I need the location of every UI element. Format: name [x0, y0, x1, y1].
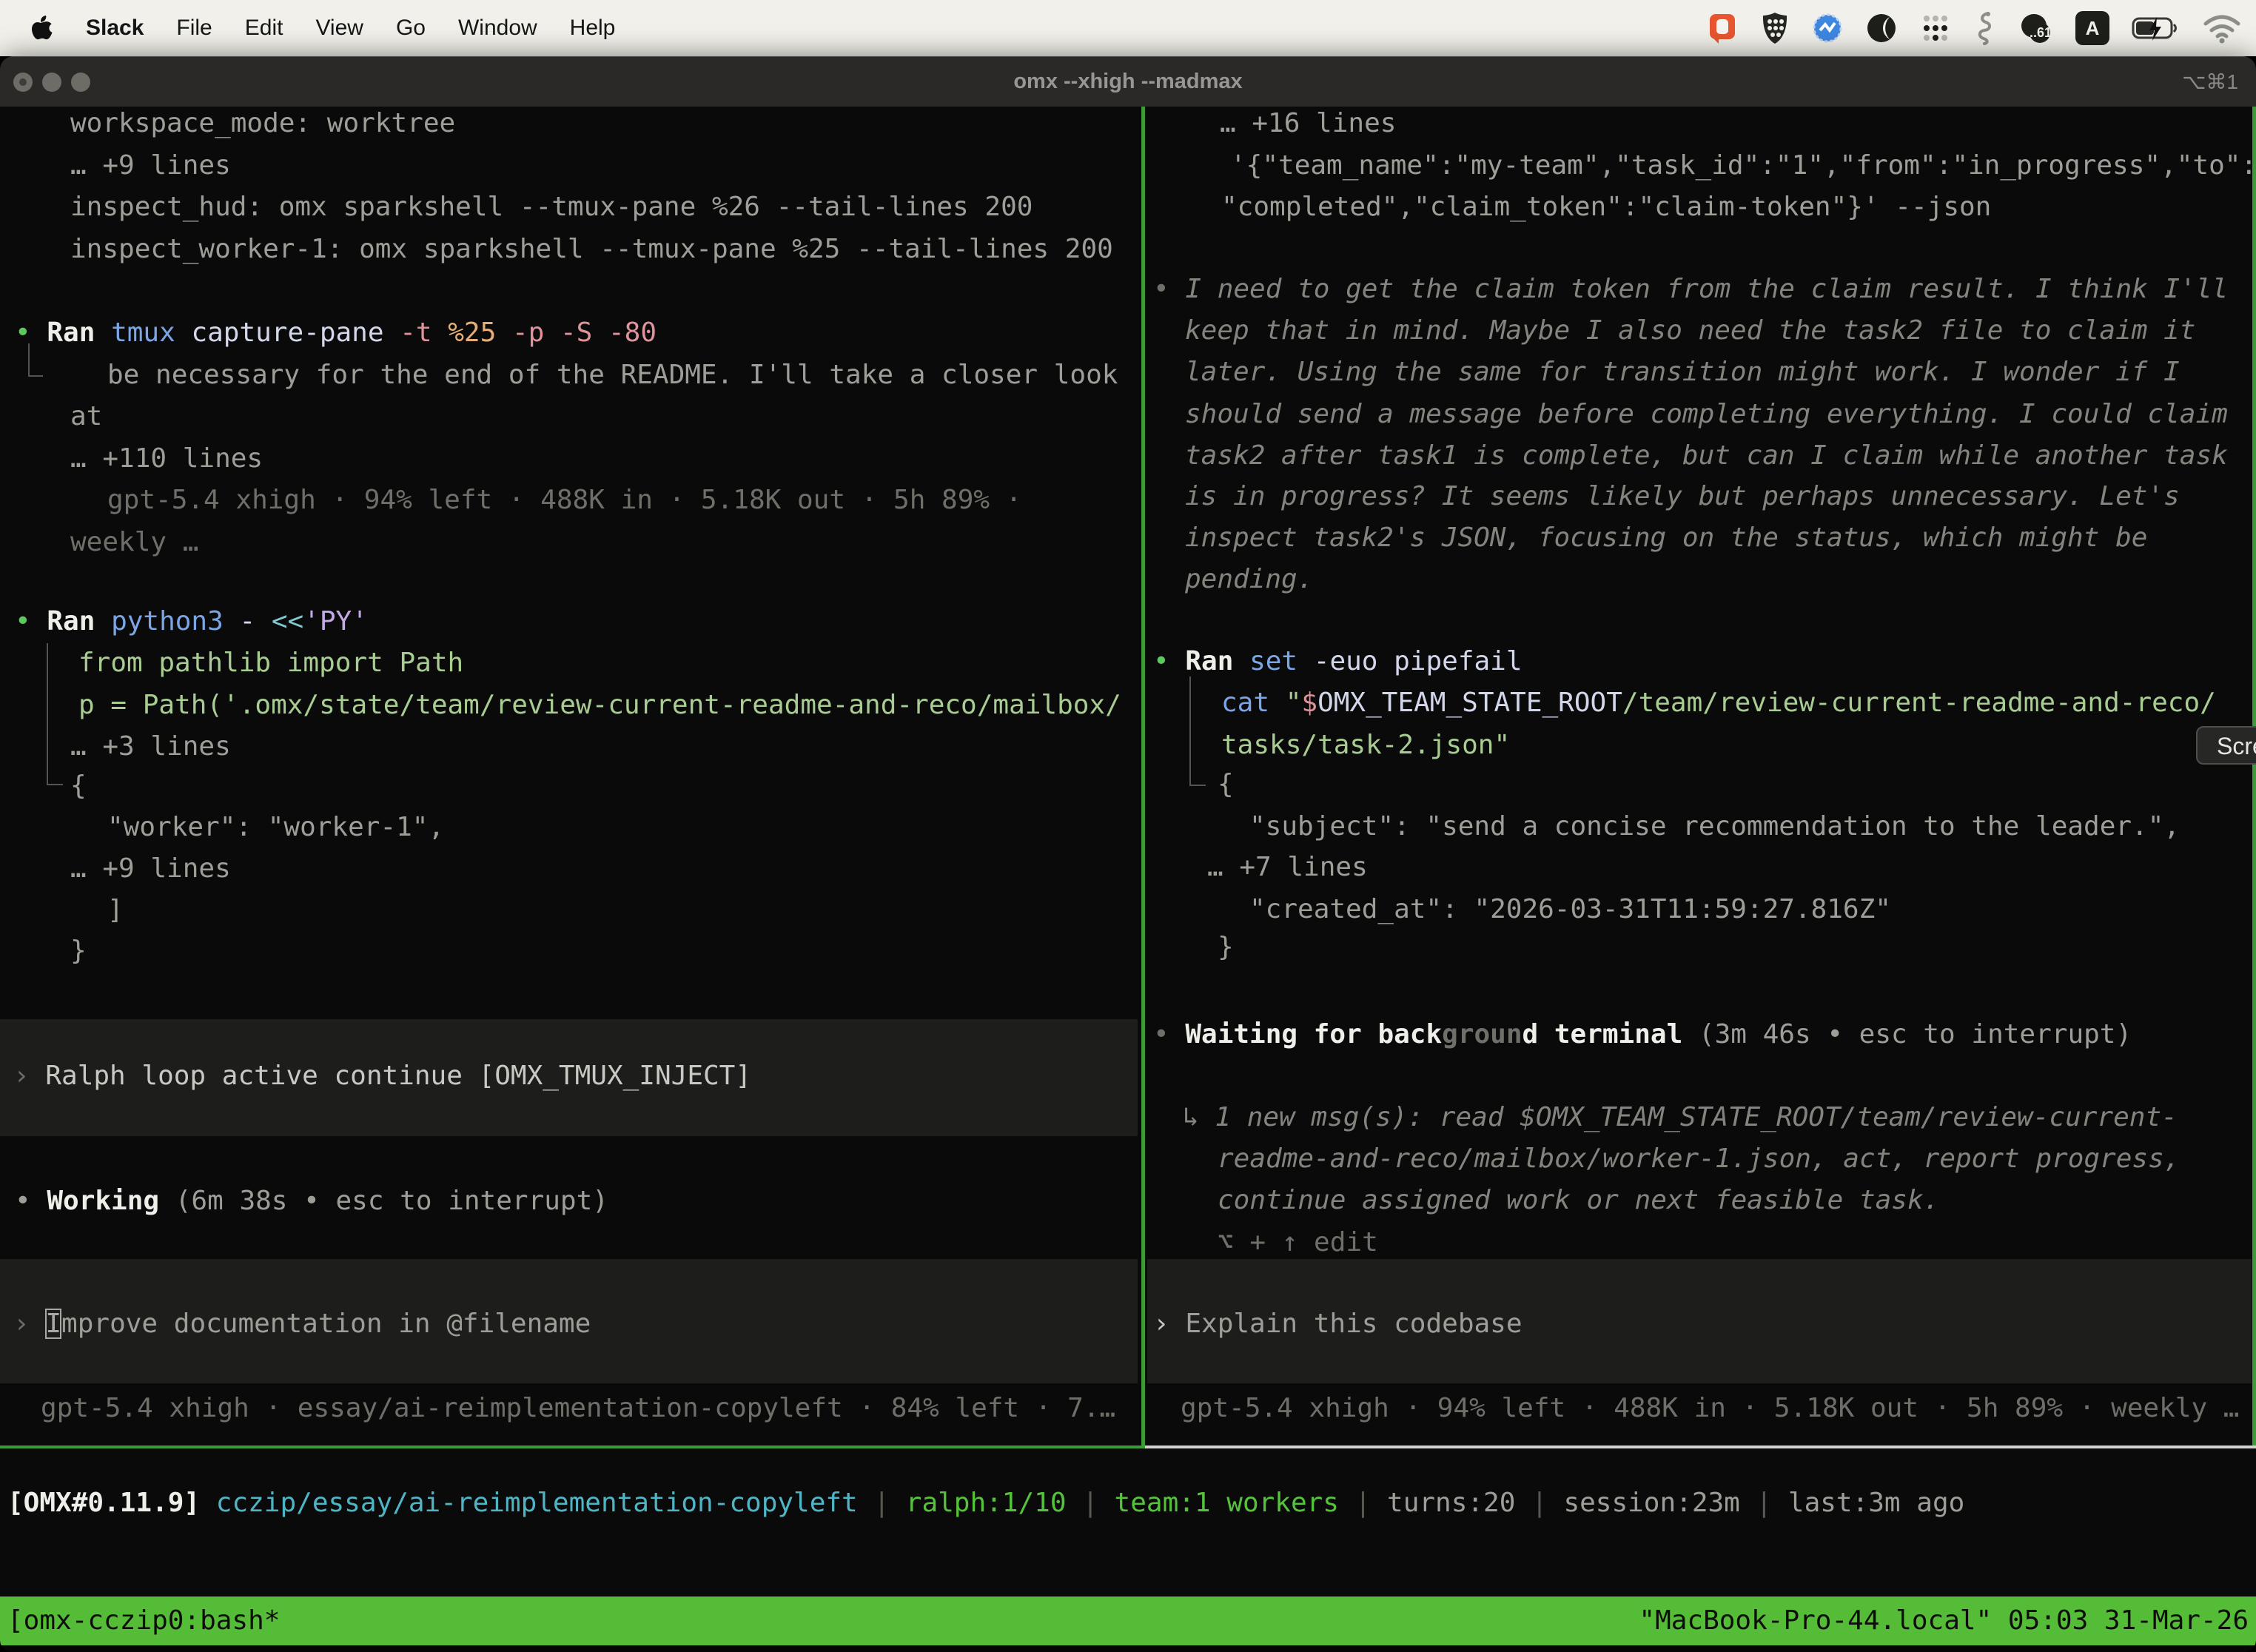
- pane-divider[interactable]: [1141, 107, 1145, 1448]
- right-json-close: }: [1218, 927, 1234, 968]
- menu-item-help[interactable]: Help: [570, 16, 616, 41]
- input-source-icon[interactable]: A: [2075, 11, 2109, 45]
- window-title-bar[interactable]: omx --xhigh --madmax ⌥⌘1: [0, 56, 2256, 107]
- left-output-readme: be necessary for the end of the README. …: [107, 355, 1118, 396]
- menu-item-file[interactable]: File: [176, 16, 212, 41]
- right-edit-hint: ⌥ + ↑ edit: [1218, 1222, 1378, 1263]
- left-json-more-9: … +9 lines: [70, 848, 231, 890]
- left-pane-bottom-border: [0, 1446, 1145, 1448]
- right-json-payload-2: "completed","claim_token":"claim-token"}…: [1221, 187, 1991, 228]
- squiggle-icon[interactable]: [1973, 10, 1995, 46]
- ralph-loop-status: › Ralph loop active continue [OMX_TMUX_I…: [13, 1055, 751, 1097]
- left-line-inspect-worker: inspect_worker-1: omx sparkshell --tmux-…: [70, 229, 1113, 270]
- calendar-badge-icon[interactable]: ..61: [2018, 11, 2053, 45]
- left-ran-python-command: • Ran python3 - <<'PY': [15, 601, 368, 642]
- screen-overlay-badge: Scre: [2196, 726, 2256, 765]
- left-json-close: }: [70, 930, 87, 972]
- input-source-label: A: [2086, 17, 2100, 40]
- left-ran-tmux-command: • Ran tmux capture-pane -t %25 -p -S -80: [15, 312, 657, 354]
- right-msg-3: continue assigned work or next feasible …: [1218, 1180, 1939, 1221]
- right-thinking-6: is in progress? It seems likely but perh…: [1185, 476, 2180, 517]
- left-prompt-placeholder: › Improve documentation in @filename: [13, 1303, 591, 1345]
- wifi-icon[interactable]: [2203, 12, 2241, 44]
- terminal-window: omx --xhigh --madmax ⌥⌘1 Scre workspace_…: [0, 56, 2256, 1652]
- screen-record-status-icon[interactable]: [1707, 11, 1738, 45]
- left-python-block-bracket: [47, 643, 63, 785]
- network-speed-icon[interactable]: [1812, 11, 1843, 45]
- window-footer: [0, 1645, 2256, 1652]
- window-title: omx --xhigh --madmax: [0, 70, 2256, 94]
- right-msg-2: readme-and-reco/mailbox/worker-1.json, a…: [1218, 1138, 2180, 1180]
- right-json-payload-1: '{"team_name":"my-team","task_id":"1","f…: [1230, 145, 2256, 187]
- right-thinking-8: pending.: [1185, 559, 1313, 600]
- right-json-more-7: … +7 lines: [1207, 847, 1368, 888]
- menu-item-window[interactable]: Window: [458, 16, 537, 41]
- menu-item-view[interactable]: View: [315, 16, 363, 41]
- left-line-inspect-hud: inspect_hud: omx sparkshell --tmux-pane …: [70, 187, 1033, 228]
- right-pane-border: [2252, 107, 2256, 1448]
- right-thinking-2: keep that in mind. Maybe I also need the…: [1185, 310, 2195, 352]
- dots-grid-icon[interactable]: [1920, 11, 1951, 45]
- left-usage-line: gpt-5.4 xhigh · 94% left · 488K in · 5.1…: [107, 480, 1021, 521]
- macos-menu-bar: Slack File Edit View Go Window Help: [0, 0, 2256, 56]
- calendar-badge-label: ..61: [2030, 25, 2052, 41]
- left-working-status: • Working (6m 38s • esc to interrupt): [15, 1181, 608, 1222]
- right-thinking-5: task2 after task1 is complete, but can I…: [1185, 435, 2228, 477]
- left-python-code-2: p = Path('.omx/state/team/review-current…: [78, 685, 1121, 726]
- menu-app-name[interactable]: Slack: [86, 16, 144, 41]
- right-waiting-status: • Waiting for background terminal (3m 46…: [1153, 1014, 2132, 1055]
- right-line-more-16: … +16 lines: [1220, 107, 1396, 144]
- right-cat-command: cat "$OMX_TEAM_STATE_ROOT/team/review-cu…: [1221, 682, 2216, 724]
- right-prompt-placeholder: › Explain this codebase: [1153, 1303, 1523, 1345]
- right-json-created-at: "created_at": "2026-03-31T11:59:27.816Z": [1249, 889, 1891, 930]
- right-json-subject: "subject": "send a concise recommendatio…: [1249, 806, 2180, 847]
- left-python-code-1: from pathlib import Path: [78, 642, 463, 684]
- omx-status-line: [OMX#0.11.9] cczip/essay/ai-reimplementa…: [7, 1483, 1964, 1524]
- left-line-more-110: … +110 lines: [70, 438, 263, 480]
- screen-overlay-label: Scre: [2217, 733, 2256, 759]
- left-line-more-3: … +3 lines: [70, 726, 231, 768]
- right-thinking-7: inspect task2's JSON, focusing on the st…: [1185, 517, 2147, 559]
- left-line-more-9: … +9 lines: [70, 145, 231, 187]
- left-json-open: {: [70, 765, 87, 807]
- left-footer-usage: gpt-5.4 xhigh · essay/ai-reimplementatio…: [41, 1388, 1115, 1429]
- right-ran-set-command: • Ran set -euo pipefail: [1153, 641, 1523, 682]
- left-output-readme-2: at: [70, 396, 102, 437]
- battery-icon[interactable]: [2132, 11, 2181, 45]
- left-json-array-close: ]: [107, 890, 124, 931]
- left-json-worker: "worker": "worker-1",: [107, 807, 444, 848]
- apple-menu-icon[interactable]: [30, 14, 53, 42]
- right-thinking-3: later. Using the same for transition mig…: [1185, 352, 2180, 393]
- tmux-status-bar: [omx-cczip0:bash* "MacBook-Pro-44.local"…: [0, 1596, 2256, 1645]
- right-thinking-4: should send a message before completing …: [1185, 394, 2228, 435]
- right-cat-command-2: tasks/task-2.json": [1221, 725, 1510, 766]
- right-cat-block-bracket: [1189, 676, 1206, 786]
- window-shortcut-hint: ⌥⌘1: [2182, 70, 2238, 94]
- left-usage-line-2: weekly …: [70, 522, 198, 563]
- privacy-shield-icon[interactable]: [1760, 11, 1790, 45]
- tmux-host-clock: "MacBook-Pro-44.local" 05:03 31-Mar-26: [1639, 1596, 2249, 1645]
- terminal-main[interactable]: Scre workspace_mode: worktree… +9 linesi…: [0, 107, 2256, 1596]
- right-msg-1: ↳ 1 new msg(s): read $OMX_TEAM_STATE_ROO…: [1183, 1097, 2178, 1138]
- tmux-session-label: [omx-cczip0:bash*: [7, 1596, 280, 1645]
- menu-item-go[interactable]: Go: [396, 16, 426, 41]
- left-line-workspace-mode: workspace_mode: worktree: [70, 107, 455, 144]
- right-pane-bottom-border: [1145, 1446, 2256, 1448]
- crescent-app-icon[interactable]: [1865, 11, 1898, 45]
- menu-item-edit[interactable]: Edit: [245, 16, 283, 41]
- right-json-open: {: [1218, 764, 1234, 805]
- right-thinking-1: • I need to get the claim token from the…: [1153, 269, 2228, 310]
- right-footer-usage: gpt-5.4 xhigh · 94% left · 488K in · 5.1…: [1181, 1388, 2239, 1429]
